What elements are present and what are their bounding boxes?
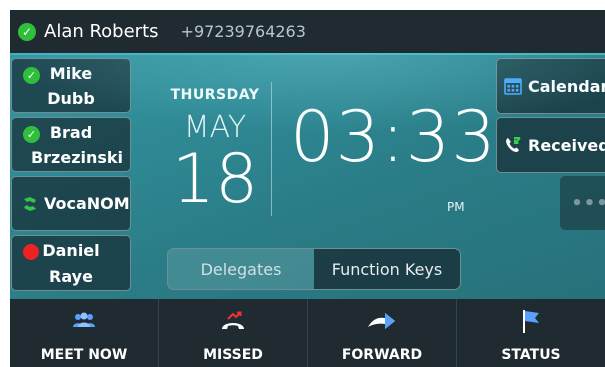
tab-delegates[interactable]: Delegates [168,249,314,289]
clock-ampm: PM [447,200,465,214]
vocanom-app-icon [24,196,36,211]
calendar-key-label: Calendar [528,76,605,96]
calendar-icon [504,78,522,95]
missed-call-icon [222,311,244,329]
line-key-vocanom[interactable]: VocaNOM [11,176,131,231]
tab-function-keys[interactable]: Function Keys [314,249,460,289]
header-bar: ✓ Alan Roberts +97239764263 [10,10,605,55]
status-softkey[interactable]: STATUS [456,299,605,367]
received-key-label: Received [528,135,605,155]
clock-day: THURSDAY [170,87,260,103]
missed-softkey[interactable]: MISSED [158,299,307,367]
softkey-label: STATUS [501,347,561,363]
line-key-label: Brad [49,123,93,142]
user-name: Alan Roberts [44,21,159,42]
line-key-mike-dubb[interactable]: ✓ Mike Dubb [11,58,131,113]
received-call-icon [506,137,521,153]
softkey-label: FORWARD [341,347,423,363]
meet-now-softkey[interactable]: MEET NOW [10,299,158,367]
line-key-label: Raye [49,267,93,286]
line-key-daniel-raye[interactable]: Daniel Raye [11,235,131,291]
received-key[interactable]: Received [496,117,605,173]
line-key-label: Daniel [42,241,100,260]
line-key-label: Dubb [47,89,95,108]
key-tabs: Delegates Function Keys [167,248,461,290]
softkey-label: MISSED [203,347,263,363]
clock-time: 03:33 [290,96,497,178]
line-key-brad-brzezinski[interactable]: ✓ Brad Brzezinski [11,117,131,172]
available-status-icon: ✓ [18,22,36,41]
softkey-label: MEET NOW [40,347,128,363]
phone-screen: ✓ Alan Roberts +97239764263 ✓ Mike Dubb … [10,10,605,367]
line-key-label: Brzezinski [30,148,124,167]
forward-softkey[interactable]: FORWARD [307,299,456,367]
clock-divider [271,82,272,216]
meet-now-icon [73,312,95,327]
soft-key-bar: MEET NOW MISSED FORWARD STATUS [10,299,605,367]
calendar-key[interactable]: Calendar [496,58,605,114]
clock-date: 18 [171,140,259,219]
line-key-label: Mike [49,64,93,83]
user-number: +97239764263 [180,22,306,41]
line-key-label: VocaNOM [44,194,130,213]
more-keys-button[interactable]: ••• [560,176,605,230]
status-flag-icon [523,310,539,333]
forward-icon [368,313,395,329]
